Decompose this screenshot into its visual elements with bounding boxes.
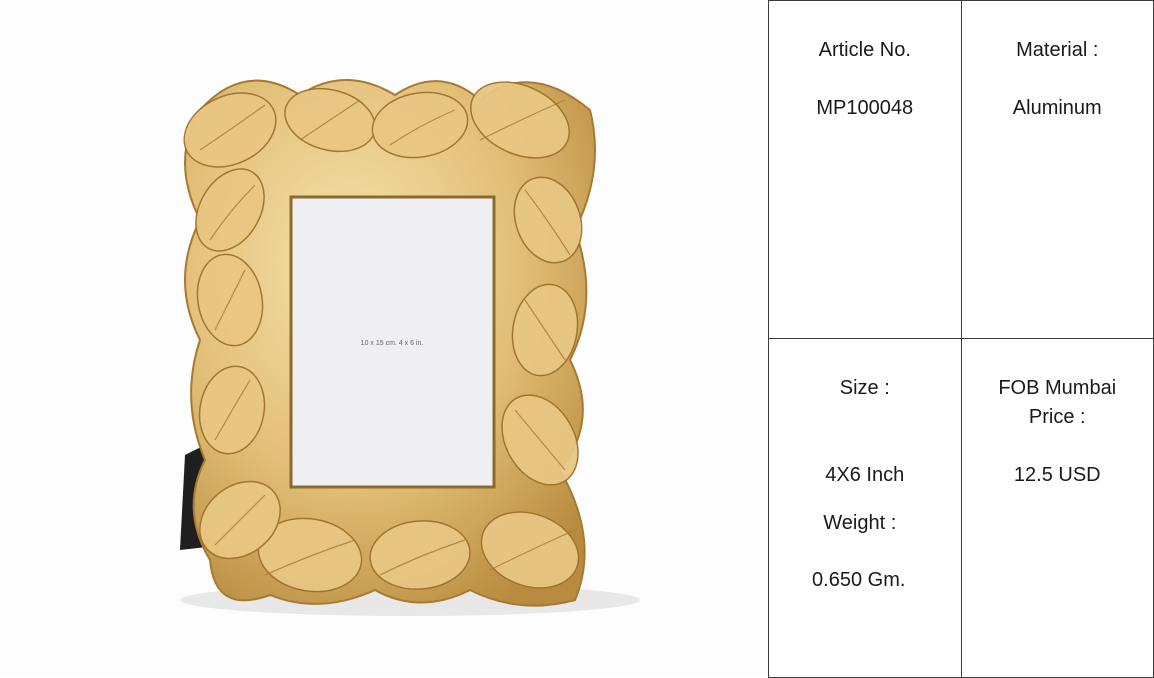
price-cell: FOB Mumbai Price : 12.5 USD <box>960 338 1154 678</box>
weight-label: Weight : <box>823 512 897 534</box>
material-cell: Material : Aluminum <box>960 0 1154 339</box>
price-label-line1: FOB Mumbai <box>998 377 1117 399</box>
insert-size-text: 10 x 15 cm. 4 x 6 in. <box>361 340 424 347</box>
material-label: Material : <box>1016 39 1099 61</box>
gold-leaf-frame-image: 10 x 15 cm. 4 x 6 in. <box>180 79 640 616</box>
article-cell: Article No. MP100048 <box>768 0 962 339</box>
size-value: 4X6 Inch <box>825 464 905 486</box>
weight-value: 0.650 Gm. <box>812 569 906 591</box>
size-label: Size : <box>839 377 890 399</box>
article-value: MP100048 <box>816 97 914 119</box>
price-value: 12.5 USD <box>1013 464 1101 486</box>
spec-table: Article No. MP100048 Material : Aluminum… <box>768 0 1154 678</box>
article-label: Article No. <box>818 39 911 61</box>
size-weight-cell: Size : 4X6 Inch Weight : 0.650 Gm. <box>768 338 962 678</box>
product-photo: 10 x 15 cm. 4 x 6 in. <box>0 0 768 675</box>
material-value: Aluminum <box>1012 97 1102 119</box>
price-label-line2: Price : <box>1028 406 1086 428</box>
